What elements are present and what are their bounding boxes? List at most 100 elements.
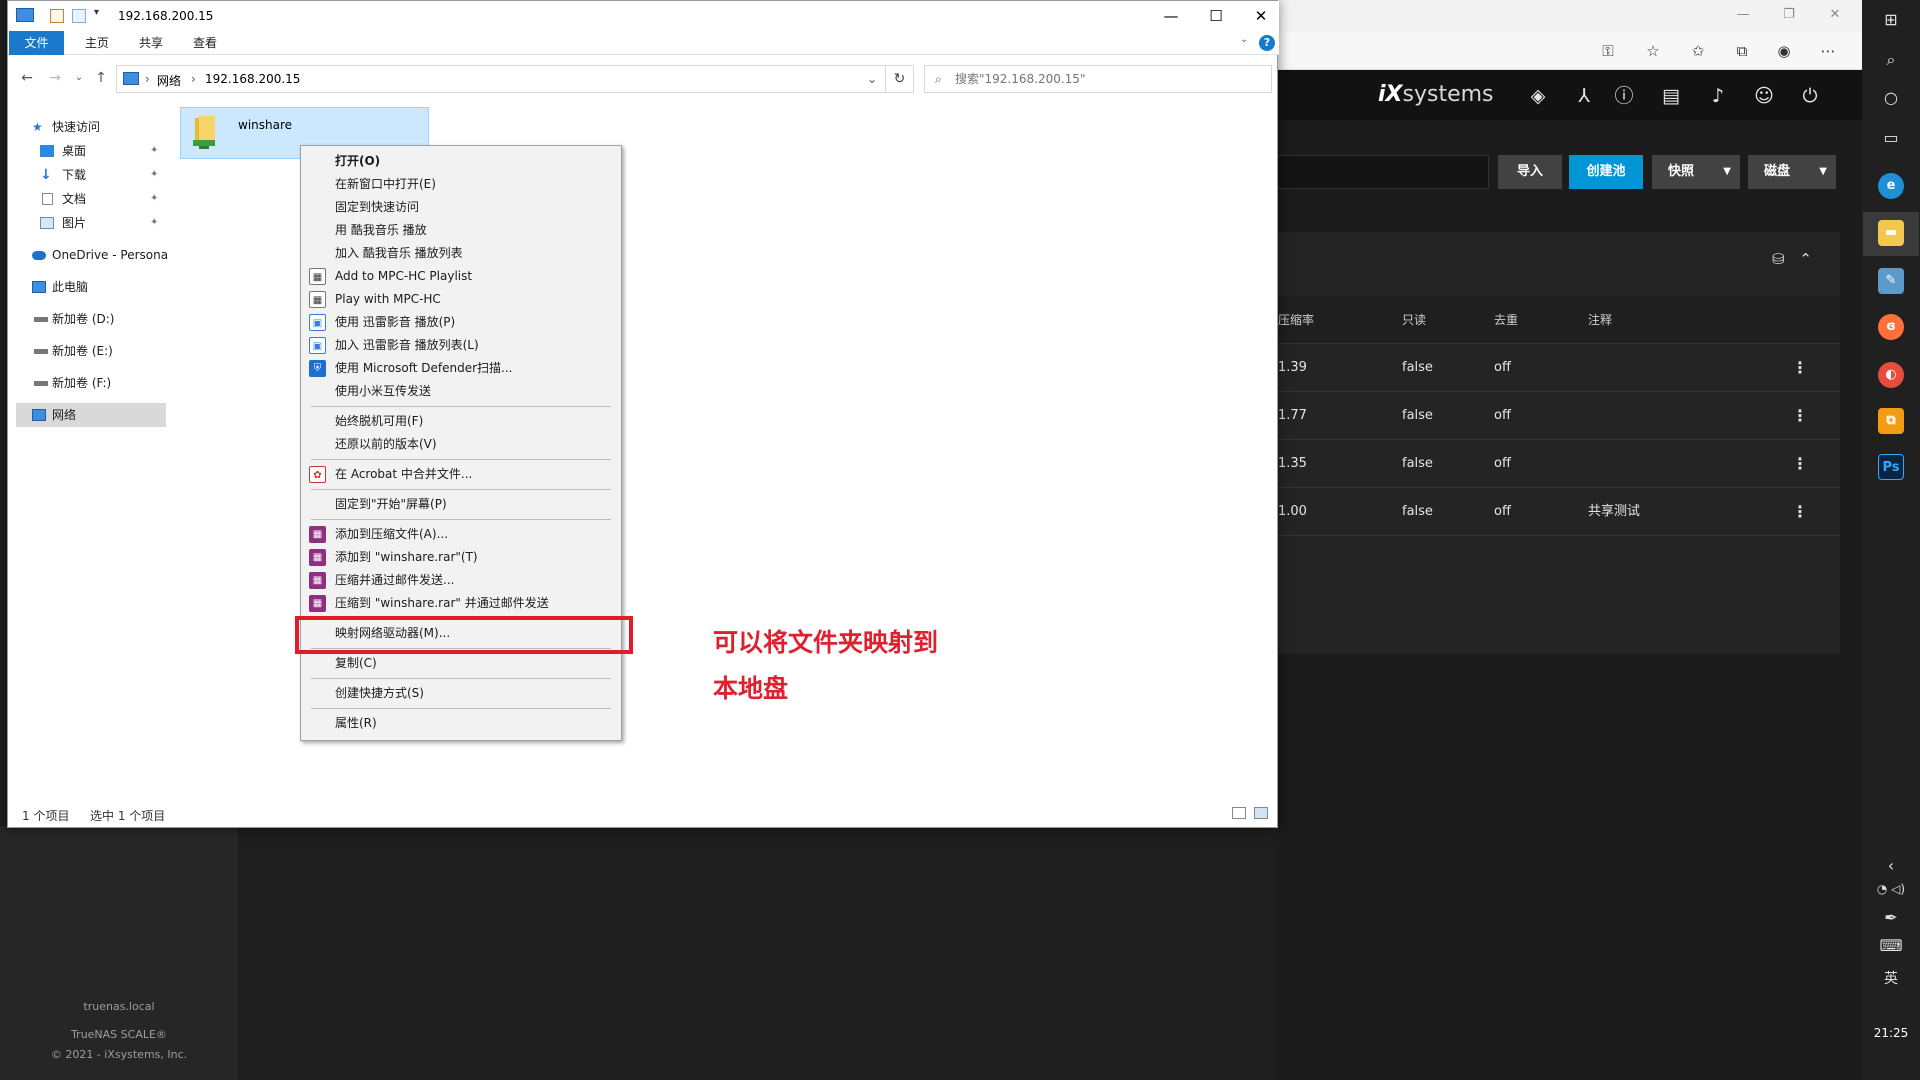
favorites-icon[interactable]: ✩ <box>1688 41 1708 61</box>
search-box[interactable]: ⌕ <box>924 65 1272 93</box>
menu-item-pin-quick-access[interactable]: 固定到快速访问 <box>301 196 621 219</box>
menu-item-add-archive[interactable]: ▦ 添加到压缩文件(A)... <box>301 523 621 546</box>
edge-icon[interactable]: e <box>1878 173 1904 199</box>
forward-icon[interactable]: → <box>46 69 64 87</box>
more-vert-icon[interactable]: ⋮ <box>1792 440 1808 488</box>
nav-this-pc[interactable]: 此电脑 <box>8 275 168 299</box>
account-icon[interactable]: ☺ <box>1752 84 1776 108</box>
tab-home[interactable]: 主页 <box>72 31 122 55</box>
refresh-icon[interactable]: ↻ <box>886 65 914 93</box>
restore-icon[interactable]: ❐ <box>1782 8 1796 22</box>
breadcrumb-separator-icon[interactable]: › <box>191 72 196 86</box>
chevron-up-icon[interactable]: ⌃ <box>1799 250 1812 268</box>
chevron-down-icon[interactable]: ⌄ <box>1240 34 1248 45</box>
up-icon[interactable]: ↑ <box>92 69 110 87</box>
menu-item-open-new-window[interactable]: 在新窗口中打开(E) <box>301 173 621 196</box>
menu-item-create-shortcut[interactable]: 创建快捷方式(S) <box>301 682 621 705</box>
profile-icon[interactable]: ◉ <box>1774 41 1794 61</box>
import-button[interactable]: 导入 <box>1498 155 1562 189</box>
chevron-left-icon[interactable]: ‹ <box>1862 856 1920 875</box>
pin-icon[interactable]: ✦ <box>150 211 158 235</box>
column-header[interactable]: 去重 <box>1494 296 1518 344</box>
column-header[interactable]: 压缩率 <box>1278 296 1314 344</box>
menu-item-defender[interactable]: ⛨ 使用 Microsoft Defender扫描... <box>301 357 621 380</box>
minimize-icon[interactable]: — <box>1148 4 1194 28</box>
menu-item-play-mpc[interactable]: ▦ Play with MPC-HC <box>301 288 621 311</box>
properties-icon[interactable] <box>50 9 64 23</box>
address-bar[interactable]: › 网络 › 192.168.200.15 ⌄ <box>116 65 886 93</box>
pool-search-input[interactable] <box>1278 155 1489 189</box>
firefox-icon[interactable]: ɞ <box>1878 314 1904 340</box>
disk-button[interactable]: 磁盘 ▼ <box>1748 155 1836 189</box>
tab-share[interactable]: 共享 <box>126 31 176 55</box>
close-icon[interactable]: ✕ <box>1828 8 1842 22</box>
create-pool-button[interactable]: 创建池 <box>1569 155 1643 189</box>
menu-item-copy[interactable]: 复制(C) <box>301 652 621 675</box>
ime-indicator[interactable]: 英 <box>1862 968 1920 988</box>
file-explorer-icon[interactable]: ▬ <box>1878 220 1904 246</box>
more-vert-icon[interactable]: ⋮ <box>1792 344 1808 392</box>
dataset-settings-icon[interactable]: ⛁ <box>1772 250 1785 268</box>
vmware-icon[interactable]: ⧉ <box>1878 408 1904 434</box>
menu-item-properties[interactable]: 属性(R) <box>301 712 621 735</box>
column-header[interactable]: 注释 <box>1588 296 1612 344</box>
more-vert-icon[interactable]: ⋮ <box>1792 392 1808 440</box>
breadcrumb-separator-icon[interactable]: › <box>145 72 150 86</box>
details-view-icon[interactable] <box>1232 807 1246 819</box>
nav-quick-access[interactable]: ★ 快速访问 <box>8 115 168 139</box>
back-icon[interactable]: ← <box>18 69 36 87</box>
tab-view[interactable]: 查看 <box>180 31 230 55</box>
breadcrumb-network[interactable]: 网络 <box>157 72 181 89</box>
info-icon[interactable]: ⓘ <box>1612 84 1636 108</box>
bell-icon[interactable]: ♪ <box>1706 84 1730 108</box>
clock[interactable]: 21:25 <box>1862 1026 1920 1040</box>
recent-locations-icon[interactable]: ⌄ <box>70 69 88 87</box>
power-icon[interactable]: ⏻ <box>1798 84 1822 108</box>
large-icons-view-icon[interactable] <box>1254 807 1268 819</box>
search-icon[interactable]: ⌕ <box>1862 50 1920 70</box>
cortana-icon[interactable]: ○ <box>1862 88 1920 107</box>
search-input[interactable] <box>955 70 1255 88</box>
more-icon[interactable]: ⋯ <box>1818 41 1838 61</box>
breadcrumb-current[interactable]: 192.168.200.15 <box>205 72 300 86</box>
qat-dropdown-icon[interactable]: ▾ <box>94 7 99 18</box>
pin-icon[interactable]: ✦ <box>150 139 158 163</box>
nav-drive-d[interactable]: 新加卷 (D:) <box>8 307 168 331</box>
app-icon[interactable]: ◐ <box>1878 362 1904 388</box>
nav-drive-f[interactable]: 新加卷 (F:) <box>8 371 168 395</box>
maximize-icon[interactable]: ☐ <box>1193 4 1239 28</box>
help-icon[interactable]: ? <box>1259 35 1275 51</box>
network-icon[interactable]: ⅄ <box>1572 84 1596 108</box>
menu-item-play-xunlei[interactable]: ▣ 使用 迅雷影音 播放(P) <box>301 311 621 334</box>
nav-downloads[interactable]: ↓ 下载 ✦ <box>8 163 168 187</box>
column-header[interactable]: 只读 <box>1402 296 1426 344</box>
menu-item-restore-previous[interactable]: 还原以前的版本(V) <box>301 433 621 456</box>
photoshop-icon[interactable]: Ps <box>1878 454 1904 480</box>
menu-item-add-kuwo[interactable]: 加入 酷我音乐 播放列表 <box>301 242 621 265</box>
nav-onedrive[interactable]: OneDrive - Personal <box>8 243 168 267</box>
new-folder-icon[interactable] <box>72 9 86 23</box>
windows-start-icon[interactable]: ⊞ <box>1862 10 1920 29</box>
nav-documents[interactable]: 文档 ✦ <box>8 187 168 211</box>
snapshot-button[interactable]: 快照 ▼ <box>1652 155 1740 189</box>
collections-icon[interactable]: ⧉ <box>1732 41 1752 61</box>
task-view-icon[interactable]: ▭ <box>1862 128 1920 147</box>
key-icon[interactable]: ⚿ <box>1598 41 1618 61</box>
table-row[interactable]: 1.39 false off ⋮ <box>1278 344 1840 392</box>
tab-file[interactable]: 文件 <box>9 31 64 55</box>
nav-pictures[interactable]: 图片 ✦ <box>8 211 168 235</box>
table-row[interactable]: 1.77 false off ⋮ <box>1278 392 1840 440</box>
menu-item-add-xunlei[interactable]: ▣ 加入 迅雷影音 播放列表(L) <box>301 334 621 357</box>
notepad-icon[interactable]: ✎ <box>1878 268 1904 294</box>
keyboard-icon[interactable]: ⌨ <box>1862 936 1920 955</box>
menu-item-compress-email[interactable]: ▦ 压缩并通过邮件发送... <box>301 569 621 592</box>
table-row[interactable]: 1.00 false off 共享测试 ⋮ <box>1278 488 1840 536</box>
menu-item-open[interactable]: 打开(O) <box>301 150 621 173</box>
chevron-down-icon[interactable]: ⌄ <box>867 72 877 86</box>
add-favorite-icon[interactable]: ☆ <box>1643 41 1663 61</box>
menu-item-pin-start[interactable]: 固定到"开始"屏幕(P) <box>301 493 621 516</box>
nav-desktop[interactable]: 桌面 ✦ <box>8 139 168 163</box>
more-vert-icon[interactable]: ⋮ <box>1792 488 1808 536</box>
close-icon[interactable]: ✕ <box>1238 4 1284 28</box>
wifi-volume-icon[interactable]: ◔ ◁) <box>1862 882 1920 896</box>
